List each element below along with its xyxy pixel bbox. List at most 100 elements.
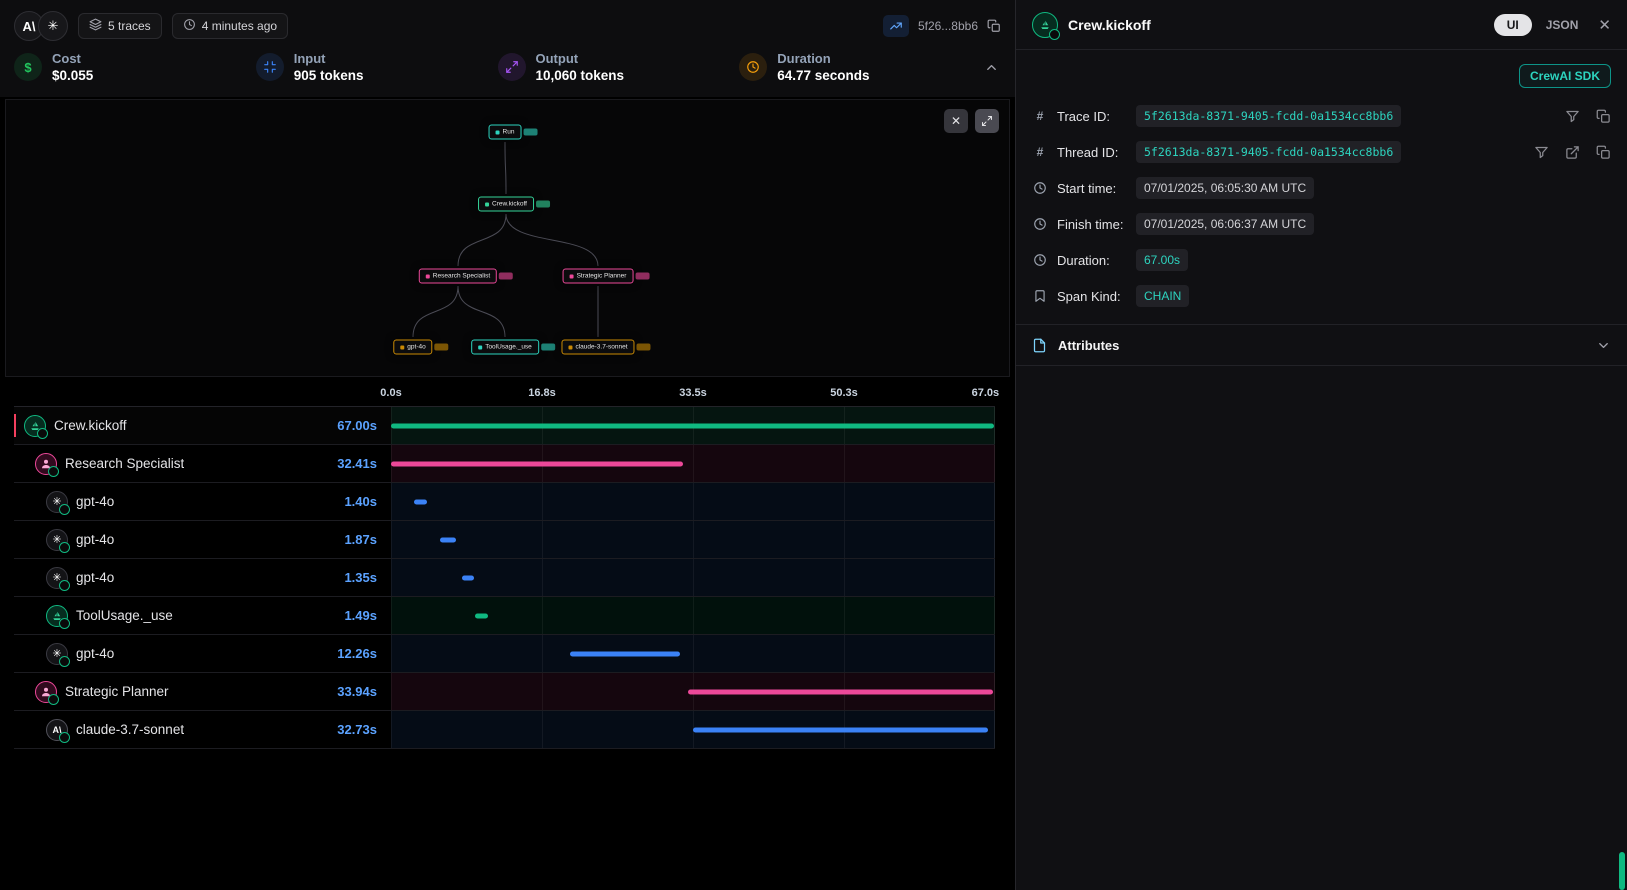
openai-icon: ✳	[46, 567, 68, 589]
stat-label: Output	[536, 51, 625, 66]
span-bar[interactable]	[688, 689, 993, 694]
expand-graph-icon[interactable]	[975, 109, 999, 133]
detail-value: 07/01/2025, 06:06:37 AM UTC	[1136, 213, 1314, 235]
graph-node-run[interactable]: Run	[489, 125, 522, 140]
scrollbar-thumb[interactable]	[1619, 852, 1625, 890]
detail-row: # Thread ID: 5f2613da-8371-9405-fcdd-0a1…	[1016, 134, 1627, 170]
close-graph-icon[interactable]: ✕	[944, 109, 968, 133]
cost-icon: $	[14, 53, 42, 81]
node-duration-pill	[499, 273, 513, 280]
openai-logo-icon[interactable]: ✳	[38, 11, 68, 41]
copy-icon[interactable]	[987, 19, 1001, 33]
detail-label: Span Kind:	[1057, 289, 1127, 304]
trace-main-area: A\✳ 5 traces 4 minutes ago 5f26...8bb6 $	[0, 0, 1015, 890]
trace-age-label: 4 minutes ago	[202, 19, 277, 33]
copy-icon[interactable]	[1596, 109, 1611, 124]
span-name: gpt-4o	[76, 494, 114, 509]
span-bar[interactable]	[570, 651, 680, 656]
trace-short-id: 5f26...8bb6	[918, 19, 978, 33]
timeline-row[interactable]: ✳ gpt-4o 1.87s	[14, 521, 995, 559]
node-status-dot	[478, 345, 482, 349]
detail-value: CHAIN	[1136, 285, 1189, 307]
graph-node-research[interactable]: Research Specialist	[419, 269, 497, 284]
span-duration: 1.87s	[344, 532, 377, 547]
span-title: Crew.kickoff	[1068, 17, 1151, 33]
span-detail-panel: Crew.kickoff UI JSON ✕ CrewAI SDK # Trac…	[1015, 0, 1627, 890]
graph-node-tool[interactable]: ToolUsage._use	[471, 340, 539, 355]
span-name: gpt-4o	[76, 532, 114, 547]
timeline-row[interactable]: ✳ gpt-4o 1.35s	[14, 559, 995, 597]
detail-label: Finish time:	[1057, 217, 1127, 232]
traces-count-badge[interactable]: 5 traces	[78, 13, 162, 39]
bookmark-icon	[1032, 289, 1048, 303]
node-label: Run	[503, 129, 515, 136]
time-tick-label: 50.3s	[830, 387, 858, 399]
stat-label: Duration	[777, 51, 869, 66]
detail-row: Span Kind: CHAIN	[1016, 278, 1627, 314]
close-panel-icon[interactable]: ✕	[1598, 16, 1611, 34]
crewai-icon	[46, 605, 68, 627]
crewai-icon	[1032, 12, 1058, 38]
timeline-row[interactable]: A\ claude-3.7-sonnet 32.73s	[14, 711, 995, 749]
timeline-row[interactable]: ✳ gpt-4o 12.26s	[14, 635, 995, 673]
stat-value: $0.055	[52, 68, 93, 83]
span-duration: 33.94s	[337, 684, 377, 699]
span-bar[interactable]	[391, 423, 994, 428]
node-status-dot	[400, 345, 404, 349]
openai-icon: ✳	[46, 529, 68, 551]
detail-value: 07/01/2025, 06:05:30 AM UTC	[1136, 177, 1314, 199]
span-track	[391, 635, 995, 672]
timeline-row[interactable]: ✳ gpt-4o 1.40s	[14, 483, 995, 521]
node-status-dot	[426, 274, 430, 278]
timeline-row[interactable]: ToolUsage._use 1.49s	[14, 597, 995, 635]
clock-icon	[1032, 253, 1048, 267]
trace-topbar: A\✳ 5 traces 4 minutes ago 5f26...8bb6	[0, 0, 1015, 47]
chevron-up-icon[interactable]	[981, 60, 1001, 75]
timeline-row[interactable]: Crew.kickoff 67.00s	[14, 407, 995, 445]
output-icon	[498, 53, 526, 81]
detail-value: 5f2613da-8371-9405-fcdd-0a1534cc8bb6	[1136, 105, 1401, 127]
trend-chart-button[interactable]	[883, 15, 909, 37]
span-track	[391, 407, 995, 444]
timeline-row[interactable]: Research Specialist 32.41s	[14, 445, 995, 483]
hash-icon: #	[1032, 109, 1048, 123]
graph-node-strategic[interactable]: Strategic Planner	[563, 269, 634, 284]
span-bar[interactable]	[440, 537, 457, 542]
tab-json[interactable]: JSON	[1546, 18, 1579, 32]
graph-node-claude[interactable]: claude-3.7-sonnet	[561, 340, 634, 355]
stat-input: Input 905 tokens	[256, 51, 498, 83]
trace-header: A\✳ 5 traces 4 minutes ago 5f26...8bb6 $	[0, 0, 1015, 97]
agent-icon	[35, 453, 57, 475]
duration-icon	[739, 53, 767, 81]
trace-age-badge: 4 minutes ago	[172, 13, 288, 39]
span-timeline: 0.0s16.8s33.5s50.3s67.0s Crew.kickoff 67…	[14, 387, 995, 749]
span-duration: 12.26s	[337, 646, 377, 661]
span-bar[interactable]	[693, 727, 988, 732]
external-icon[interactable]	[1565, 145, 1580, 160]
anthropic-icon: A\	[46, 719, 68, 741]
span-bar[interactable]	[414, 499, 427, 504]
node-status-dot	[496, 130, 500, 134]
node-status-dot	[570, 274, 574, 278]
filter-icon[interactable]	[1534, 145, 1549, 160]
detail-actions	[1534, 145, 1611, 160]
span-track	[391, 445, 995, 482]
filter-icon[interactable]	[1565, 109, 1580, 124]
graph-node-crew[interactable]: Crew.kickoff	[478, 197, 534, 212]
stats-bar: $ Cost $0.055 Input 905 tokens Output 10…	[0, 47, 1015, 95]
detail-row: Start time: 07/01/2025, 06:05:30 AM UTC	[1016, 170, 1627, 206]
graph-node-gpt[interactable]: gpt-4o	[393, 340, 432, 355]
timeline-ticks: 0.0s16.8s33.5s50.3s67.0s	[14, 387, 995, 406]
span-bar[interactable]	[475, 613, 488, 618]
detail-row: Finish time: 07/01/2025, 06:06:37 AM UTC	[1016, 206, 1627, 242]
detail-label: Thread ID:	[1057, 145, 1127, 160]
tab-ui[interactable]: UI	[1494, 14, 1532, 36]
timeline-row[interactable]: Strategic Planner 33.94s	[14, 673, 995, 711]
span-bar[interactable]	[462, 575, 474, 580]
span-bar[interactable]	[391, 461, 683, 466]
attributes-toggle[interactable]: Attributes	[1016, 325, 1627, 365]
timeline-rows: Crew.kickoff 67.00s Research Specialist …	[14, 406, 995, 749]
copy-icon[interactable]	[1596, 145, 1611, 160]
time-tick-label: 16.8s	[528, 387, 556, 399]
span-track	[391, 673, 995, 710]
